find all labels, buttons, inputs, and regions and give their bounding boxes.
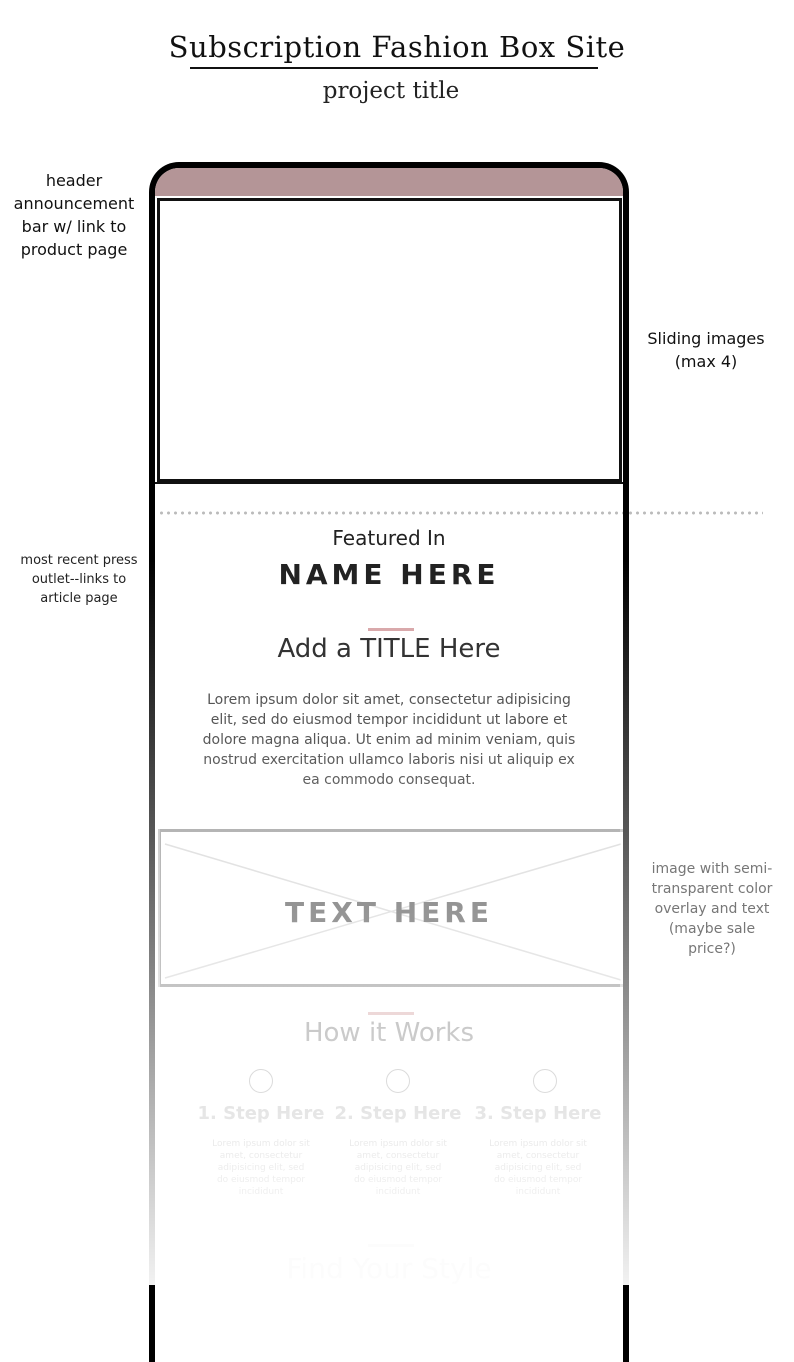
annotation-line: image with semi- [651, 861, 773, 877]
accent-divider [368, 1244, 414, 1247]
project-subtitle: project title [322, 78, 460, 104]
annotation-line: most recent press [20, 553, 138, 568]
phone-frame: Featured In NAME HERE Add a TITLE Here L… [149, 162, 629, 1362]
annotation-line: header [45, 171, 103, 190]
annotation-line: (maybe sale [668, 921, 756, 937]
annotation-line: overlay and text [654, 901, 770, 917]
step-icon [533, 1069, 557, 1093]
step-text: Lorem ipsum dolor sit amet, consectetur … [212, 1139, 310, 1197]
step-icon [386, 1069, 410, 1093]
featured-label: Featured In [332, 526, 446, 550]
hero-divider [155, 482, 623, 484]
body-text: Lorem ipsum dolor sit amet, consectetur … [202, 692, 576, 788]
step-icon [249, 1069, 273, 1093]
project-name: Subscription Fashion Box Site [168, 30, 626, 64]
annotation-overlay: image with semi- transparent color overl… [648, 859, 776, 959]
step-text: Lorem ipsum dolor sit amet, consectetur … [489, 1139, 587, 1197]
overlay-text: TEXT HERE [285, 896, 493, 929]
annotation-line: article page [40, 591, 118, 606]
annotation-line: transparent color [651, 881, 773, 897]
accent-divider [368, 628, 414, 631]
annotation-press: most recent press outlet--links to artic… [12, 551, 146, 608]
step-label: 2. Step Here [334, 1103, 462, 1124]
annotation-header-bar: header announcement bar w/ link to produ… [8, 169, 140, 261]
annotation-sliding-images: Sliding images (max 4) [641, 327, 771, 373]
step-text: Lorem ipsum dolor sit amet, consectetur … [349, 1139, 447, 1197]
annotation-line: product page [20, 240, 128, 259]
find-your-style-title: Find Your Style [286, 1252, 492, 1285]
section-title: Add a TITLE Here [277, 634, 501, 664]
hero-slider[interactable] [157, 198, 622, 482]
annotation-line: outlet--links to [31, 572, 127, 587]
annotation-line: Sliding images [647, 329, 765, 348]
annotation-line: announcement [13, 194, 135, 213]
press-name-link[interactable]: NAME HERE [155, 558, 623, 591]
accent-divider [368, 1012, 414, 1015]
how-it-works-title: How it Works [303, 1018, 475, 1048]
annotation-line: (max 4) [674, 352, 738, 371]
step-label: 1. Step Here [197, 1103, 325, 1124]
annotation-line: bar w/ link to [21, 217, 127, 236]
step-label: 3. Step Here [474, 1103, 602, 1124]
title-underline [190, 67, 598, 69]
annotation-line: price?) [688, 941, 736, 957]
announcement-bar[interactable] [155, 168, 623, 196]
